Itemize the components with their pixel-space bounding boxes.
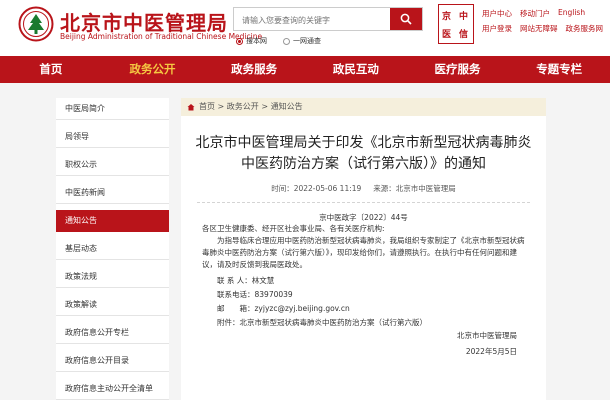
app-qr-badge[interactable]: 京 中 医 信	[438, 4, 474, 44]
contact-person: 联 系 人：林文慧	[217, 276, 275, 285]
site-header: 北京市中医管理局 Beijing Administration of Tradi…	[0, 0, 610, 56]
link-english[interactable]: English	[558, 8, 585, 19]
article-time: 时间：2022-05-06 11:19	[271, 184, 362, 193]
nav-interaction[interactable]: 政民互动	[305, 56, 407, 83]
search-button[interactable]	[390, 8, 422, 30]
contact-email: 邮 箱：zyjyzc@zyj.beijing.gov.cn	[217, 304, 350, 313]
top-links: 用户中心 移动门户 English 用户登录 网站无障碍 政务服务网	[482, 8, 603, 38]
radio-unchecked-icon	[283, 37, 290, 45]
sidebar-item-grassroots[interactable]: 基层动态	[56, 238, 169, 260]
divider	[197, 202, 530, 203]
radio-all[interactable]: 一网通查	[283, 36, 321, 46]
sidebar-item-intro[interactable]: 中医局简介	[56, 98, 169, 120]
search-scope: 搜本网 一网通查	[236, 36, 321, 46]
contact-block: 联 系 人：林文慧 联系电话：83970039 邮 箱：zyjyzc@zyj.b…	[202, 274, 525, 329]
sidebar-item-disclosure-list[interactable]: 政府信息主动公开全清单	[56, 378, 169, 400]
sidebar-item-news[interactable]: 中医药新闻	[56, 182, 169, 204]
article-source: 来源：北京市中医管理局	[373, 184, 456, 193]
sidebar-item-powers[interactable]: 职权公示	[56, 154, 169, 176]
link-gov-service[interactable]: 政务服务网	[566, 23, 604, 34]
sidebar-item-leaders[interactable]: 局领导	[56, 126, 169, 148]
document-number: 京中医政字〔2022〕44号	[319, 213, 408, 222]
link-login[interactable]: 用户登录	[482, 23, 512, 34]
sidebar-item-disclosure-column[interactable]: 政府信息公开专栏	[56, 322, 169, 344]
sidebar: 中医局简介 局领导 职权公示 中医药新闻 通知公告 基层动态 政策法规 政策解读…	[56, 98, 169, 400]
home-icon	[187, 104, 195, 111]
article-addressee: 各区卫生健康委、经开区社会事业局、各有关医疗机构:	[202, 224, 385, 233]
article-meta: 时间：2022-05-06 11:19 来源：北京市中医管理局	[181, 183, 546, 194]
radio-checked-icon	[236, 37, 243, 45]
article-title: 北京市中医管理局关于印发《北京市新型冠状病毒肺炎中医药防治方案（试行第六版）》的…	[195, 135, 532, 172]
search-input[interactable]	[234, 9, 384, 32]
breadcrumb: 首页 > 政务公开 > 通知公告	[181, 98, 546, 116]
sidebar-item-policies[interactable]: 政策法规	[56, 266, 169, 288]
signature: 北京市中医管理局	[457, 331, 517, 340]
radio-site[interactable]: 搜本网	[236, 36, 267, 46]
nav-gov-service[interactable]: 政务服务	[203, 56, 305, 83]
sidebar-item-notices[interactable]: 通知公告	[56, 210, 169, 232]
nav-topics[interactable]: 专题专栏	[508, 56, 610, 83]
issue-date: 2022年5月5日	[465, 347, 517, 356]
article-body: 各区卫生健康委、经开区社会事业局、各有关医疗机构: 为指导临床合理应用中医药防治…	[181, 223, 546, 359]
contact-phone: 联系电话：83970039	[217, 290, 293, 299]
main-nav: 首页 政务公开 政务服务 政民互动 医疗服务 专题专栏	[0, 56, 610, 83]
article-paragraph: 为指导临床合理应用中医药防治新型冠状病毒肺炎，我局组织专家制定了《北京市新型冠状…	[202, 236, 525, 269]
breadcrumb-text[interactable]: 首页 > 政务公开 > 通知公告	[199, 102, 303, 111]
site-logo-icon[interactable]	[18, 6, 54, 42]
article-panel: 首页 > 政务公开 > 通知公告 北京市中医管理局关于印发《北京市新型冠状病毒肺…	[181, 98, 546, 400]
nav-home[interactable]: 首页	[0, 56, 102, 83]
link-user-center[interactable]: 用户中心	[482, 8, 512, 19]
attachment-link[interactable]: 附件：北京市新型冠状病毒肺炎中医药防治方案（试行第六版）	[202, 316, 525, 329]
nav-medical[interactable]: 医疗服务	[407, 56, 509, 83]
site-subtitle: Beijing Administration of Traditional Ch…	[60, 32, 263, 41]
sidebar-item-interpretation[interactable]: 政策解读	[56, 294, 169, 316]
sidebar-item-disclosure-catalog[interactable]: 政府信息公开目录	[56, 350, 169, 372]
link-mobile-portal[interactable]: 移动门户	[520, 8, 550, 19]
link-accessibility[interactable]: 网站无障碍	[520, 23, 558, 34]
search-box	[233, 7, 423, 32]
nav-gov-affairs[interactable]: 政务公开	[102, 56, 204, 83]
search-icon	[400, 13, 412, 25]
